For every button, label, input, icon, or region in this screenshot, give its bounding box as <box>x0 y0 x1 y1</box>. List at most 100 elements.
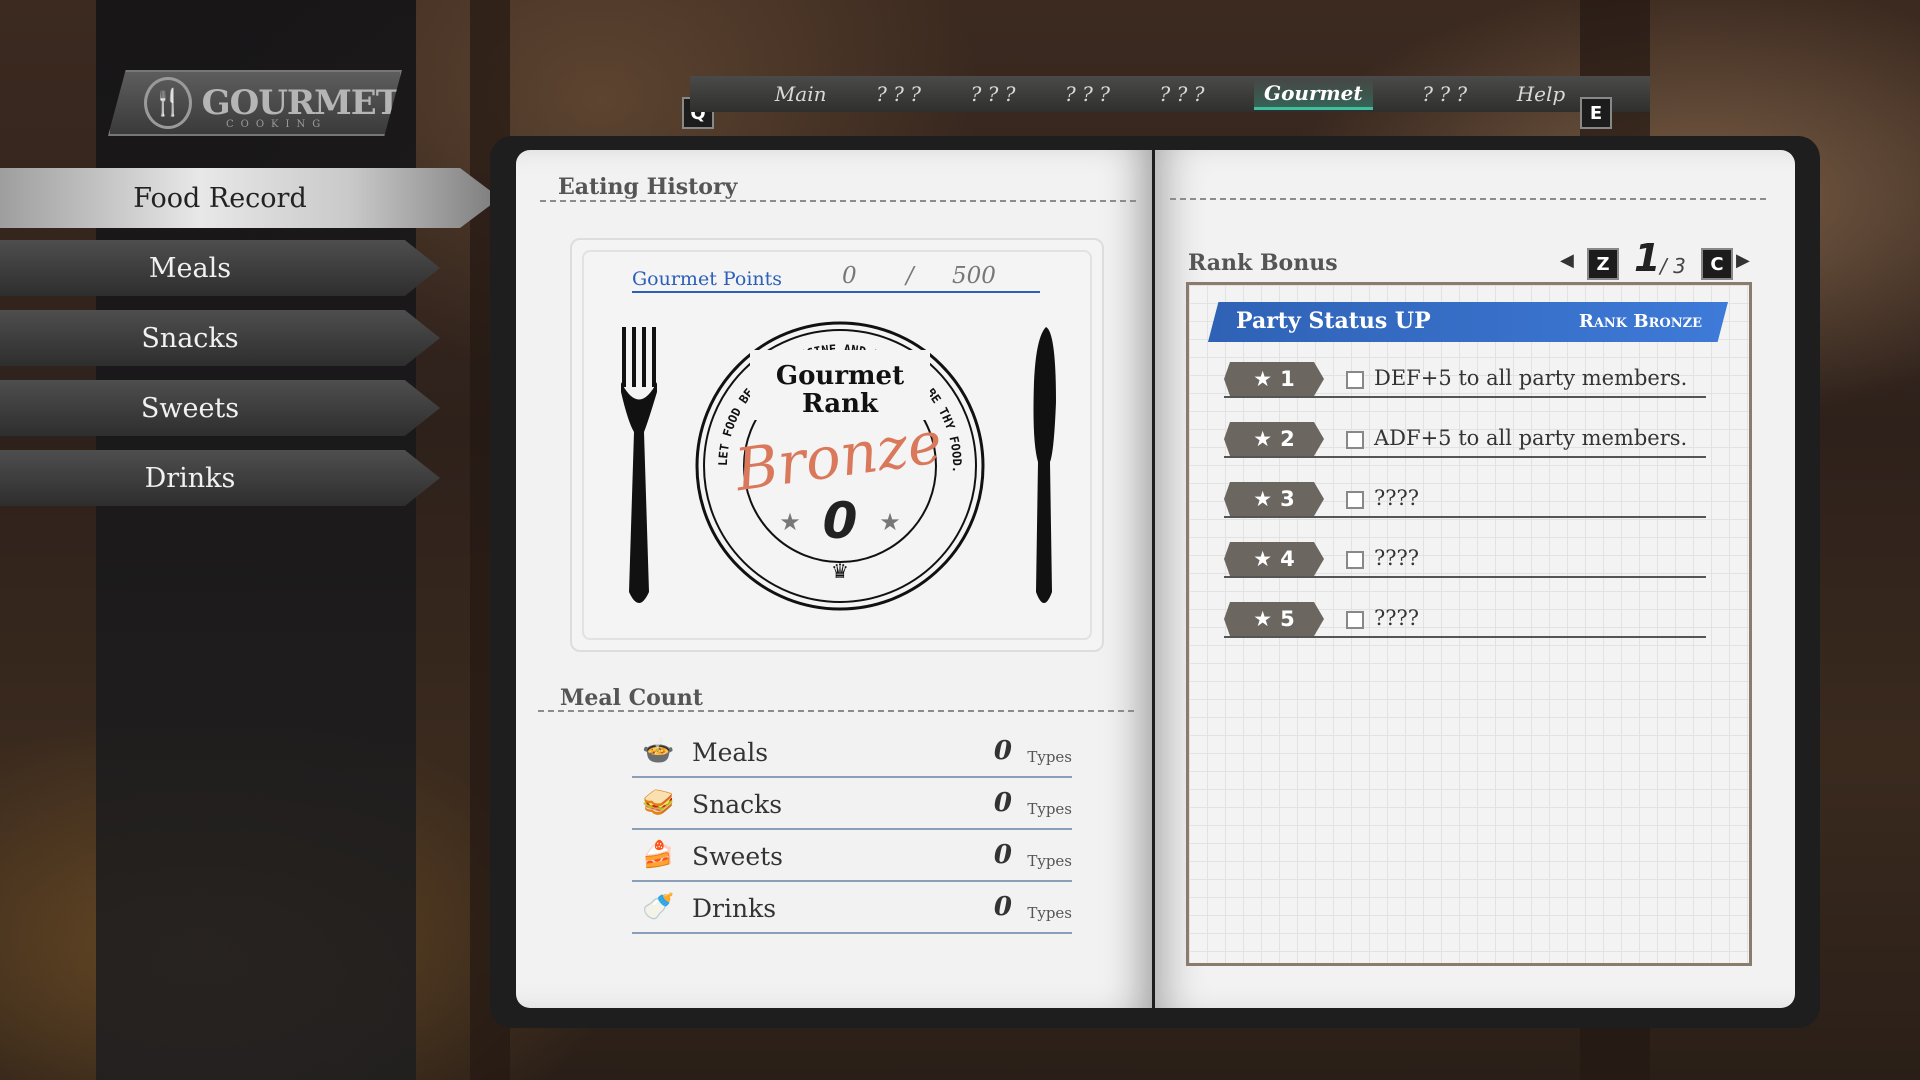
party-status-banner: Party Status UP Rank Bronze <box>1208 302 1728 342</box>
meal-count-label: Meals <box>692 738 769 767</box>
tab-gourmet[interactable]: Gourmet <box>1254 78 1373 110</box>
sidebar-item-label: Sweets <box>140 392 240 424</box>
bonus-level: 5 <box>1280 607 1295 631</box>
sandwich-icon: 🥪 <box>642 788 675 818</box>
bonus-star-tag: ★ 4 <box>1224 542 1324 576</box>
party-status-title: Party Status UP <box>1236 308 1431 334</box>
sidebar <box>96 0 416 1080</box>
meal-count-unit: Types <box>1027 852 1072 870</box>
gourmet-points-underline <box>632 291 1040 293</box>
meal-count-value: 0 <box>993 840 1012 870</box>
gourmet-logo: 🍴 GOURMET COOKING <box>108 70 402 136</box>
fork-icon <box>621 327 657 603</box>
sidebar-item-sweets[interactable]: Sweets <box>0 380 440 436</box>
bonus-level: 4 <box>1280 547 1295 571</box>
star-icon: ★ <box>779 508 801 536</box>
star-icon: ★ <box>1253 547 1273 571</box>
bonus-description: ADF+5 to all party members. <box>1374 426 1688 450</box>
sidebar-item-label: Snacks <box>141 322 239 354</box>
rank-bonus-row: ★ 4 ???? <box>1224 542 1706 578</box>
meal-count-value: 0 <box>993 892 1012 922</box>
stamp-rank-number: 0 <box>823 492 858 550</box>
meal-count-label: Drinks <box>692 894 777 923</box>
bonus-description: DEF+5 to all party members. <box>1374 366 1688 390</box>
tab-locked[interactable]: ? ? ? <box>1065 82 1110 106</box>
next-page-key[interactable]: C <box>1701 248 1733 280</box>
bonus-checkbox <box>1346 551 1364 569</box>
rank-bonus-row: ★ 3 ???? <box>1224 482 1706 518</box>
star-icon: ★ <box>1253 427 1273 451</box>
meal-count-unit: Types <box>1027 748 1072 766</box>
bonus-level: 2 <box>1280 427 1295 451</box>
fork-knife-icon: 🍴 <box>144 77 192 129</box>
bonus-description: ???? <box>1374 486 1420 510</box>
bonus-description: ???? <box>1374 606 1420 630</box>
tab-help[interactable]: Help <box>1517 82 1565 106</box>
meal-bowl-icon: 🍲 <box>642 736 675 766</box>
bonus-checkbox <box>1346 431 1364 449</box>
next-tab-key[interactable]: E <box>1580 97 1612 129</box>
stamp-line1: Gourmet <box>776 361 904 391</box>
tab-main[interactable]: Main <box>775 82 827 106</box>
sidebar-item-label: Food Record <box>133 182 307 214</box>
meal-count-row-meals: 🍲 Meals 0 Types <box>632 726 1072 778</box>
sidebar-item-drinks[interactable]: Drinks <box>0 450 440 506</box>
rank-bonus-title: Rank Bonus <box>1188 250 1338 276</box>
eating-history-title: Eating History <box>558 174 738 200</box>
rank-bonus-row: ★ 1 DEF+5 to all party members. <box>1224 362 1706 398</box>
gourmet-points-separator: / <box>906 263 914 289</box>
meal-count-row-sweets: 🍰 Sweets 0 Types <box>632 830 1072 882</box>
meal-count-label: Snacks <box>692 790 783 819</box>
rank-bonus-row: ★ 2 ADF+5 to all party members. <box>1224 422 1706 458</box>
star-icon: ★ <box>1253 487 1273 511</box>
meal-count-row-snacks: 🥪 Snacks 0 Types <box>632 778 1072 830</box>
bonus-star-tag: ★ 5 <box>1224 602 1324 636</box>
gourmet-points-max: 500 <box>952 263 996 289</box>
gourmet-points-label: Gourmet Points <box>632 268 783 290</box>
meal-count-value: 0 <box>993 736 1012 766</box>
bonus-checkbox <box>1346 611 1364 629</box>
tab-locked[interactable]: ? ? ? <box>1160 82 1205 106</box>
knife-icon <box>1033 327 1056 603</box>
bonus-star-tag: ★ 3 <box>1224 482 1324 516</box>
logo-subtext: COOKING <box>226 119 328 130</box>
meal-count-unit: Types <box>1027 800 1072 818</box>
page-number: 1 <box>1634 236 1661 280</box>
meal-count-row-drinks: 🍼 Drinks 0 Types <box>632 882 1072 934</box>
bonus-checkbox <box>1346 491 1364 509</box>
prev-page-key[interactable]: Z <box>1587 248 1619 280</box>
star-icon: ★ <box>879 508 901 536</box>
stamp-line2: Rank <box>802 389 879 419</box>
crown-icon: ♛ <box>831 559 849 583</box>
bottle-icon: 🍼 <box>642 892 675 922</box>
gourmet-rank-stamp: LET FOOD BE THY MEDICINE AND MEDICINE BE… <box>695 321 985 611</box>
meal-count-unit: Types <box>1027 904 1072 922</box>
next-page-arrow-icon[interactable]: ▶ <box>1736 250 1750 271</box>
meal-count-title: Meal Count <box>560 685 703 711</box>
star-icon: ★ <box>1253 607 1273 631</box>
sidebar-item-label: Drinks <box>144 462 236 494</box>
sidebar-item-snacks[interactable]: Snacks <box>0 310 440 366</box>
star-icon: ★ <box>1253 367 1273 391</box>
cake-icon: 🍰 <box>642 840 675 870</box>
divider <box>540 200 1136 202</box>
meal-count-label: Sweets <box>692 842 783 871</box>
sidebar-item-food-record[interactable]: Food Record <box>0 168 500 228</box>
page-total: / 3 <box>1660 254 1686 278</box>
rank-bonus-row: ★ 5 ???? <box>1224 602 1706 638</box>
stamp-rank-text: Bronze <box>730 408 946 504</box>
divider <box>1170 198 1766 200</box>
divider <box>538 710 1134 712</box>
sidebar-item-label: Meals <box>148 252 232 284</box>
bonus-star-tag: ★ 1 <box>1224 362 1324 396</box>
tab-locked[interactable]: ? ? ? <box>876 82 921 106</box>
bonus-star-tag: ★ 2 <box>1224 422 1324 456</box>
tab-locked[interactable]: ? ? ? <box>1422 82 1467 106</box>
logo-text: GOURMET <box>201 83 401 123</box>
party-status-rank: Rank Bronze <box>1578 311 1702 332</box>
prev-page-arrow-icon[interactable]: ◀ <box>1560 250 1574 271</box>
gourmet-points-value: 0 <box>842 263 857 289</box>
sidebar-item-meals[interactable]: Meals <box>0 240 440 296</box>
tab-locked[interactable]: ? ? ? <box>971 82 1016 106</box>
bonus-checkbox <box>1346 371 1364 389</box>
